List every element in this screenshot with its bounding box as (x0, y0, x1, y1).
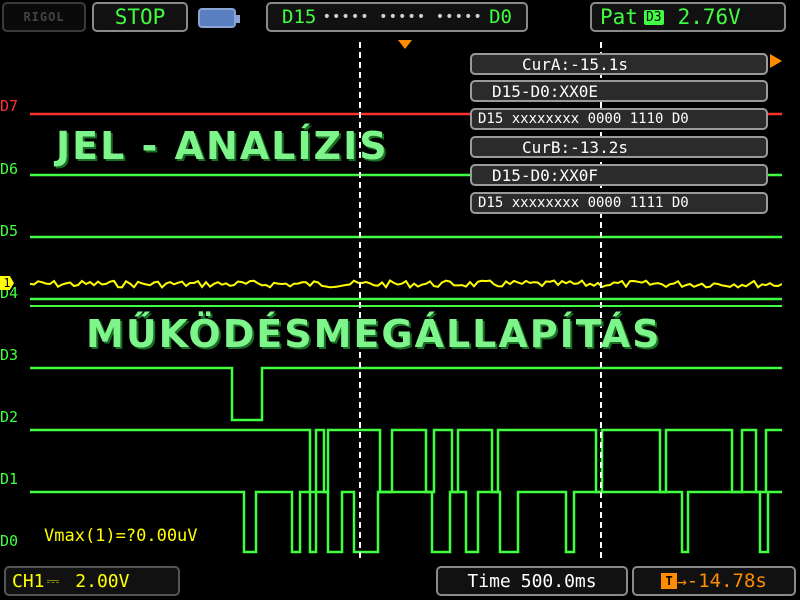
channel-label-d1: D1 (0, 470, 19, 488)
run-state-label: STOP (114, 5, 166, 29)
trigger-offset: -14.78s (686, 570, 767, 592)
cursor-a-binary: D15 xxxxxxxx 0000 1110 D0 (470, 108, 768, 130)
analog-ch1-marker-label: 1 (3, 276, 11, 290)
channel-dots: ••••• ••••• ••••• (322, 9, 483, 25)
bottom-status-bar: CH1 ⎓ 2.00V Time 500.0ms T → -14.78s (0, 562, 800, 600)
channel-label-d6: D6 (0, 160, 19, 178)
dc-coupling-icon: ⎓ (46, 571, 60, 590)
channel-label-d7: D7 (0, 97, 19, 115)
cursor-a-time: CurA:-15.1s (470, 53, 768, 75)
brand-logo-text: RIGOL (23, 10, 65, 24)
ch1-label: CH1 (12, 570, 45, 592)
digital-channel-range[interactable]: D15 ••••• ••••• ••••• D0 (266, 2, 528, 32)
ch1-scale-box[interactable]: CH1 ⎓ 2.00V (4, 566, 180, 596)
overlay-title-top: JEL - ANALÍZIS (56, 124, 389, 168)
trigger-mode: Pat (600, 5, 638, 29)
cursor-b-binary: D15 xxxxxxxx 0000 1111 D0 (470, 192, 768, 214)
time-label: Time (467, 570, 511, 592)
trigger-level: 2.76V (677, 5, 741, 29)
channel-label-d2: D2 (0, 408, 19, 426)
measurement-vmax: Vmax(1)=?0.00uV (44, 526, 198, 546)
channel-label-d0: D0 (0, 532, 19, 550)
ch1-scale: 2.00V (75, 570, 130, 592)
top-status-bar: RIGOL STOP D15 ••••• ••••• ••••• D0 Pat … (0, 0, 800, 36)
channel-label-d5: D5 (0, 222, 19, 240)
cursor-b-hex: D15-D0:XX0F (470, 164, 768, 186)
cursor-b-time: CurB:-13.2s (470, 136, 768, 158)
time-scale: 500.0ms (520, 570, 597, 592)
channel-range-right: D0 (489, 6, 512, 28)
overlay-title-middle: MŰKÖDÉSMEGÁLLAPÍTÁS (86, 312, 662, 356)
trigger-offset-box[interactable]: T → -14.78s (632, 566, 796, 596)
channel-range-left: D15 (282, 6, 317, 28)
trigger-status[interactable]: Pat D3 2.76V (590, 2, 786, 32)
channel-label-d3: D3 (0, 346, 19, 364)
timebase-box[interactable]: Time 500.0ms (436, 566, 628, 596)
trigger-offset-icon: T (661, 573, 678, 589)
trigger-channel-badge: D3 (643, 9, 664, 25)
run-stop-button[interactable]: STOP (92, 2, 188, 32)
battery-icon (198, 8, 240, 28)
arrow-right-icon: → (677, 571, 687, 591)
brand-logo: RIGOL (2, 2, 86, 32)
cursor-a-hex: D15-D0:XX0E (470, 80, 768, 102)
